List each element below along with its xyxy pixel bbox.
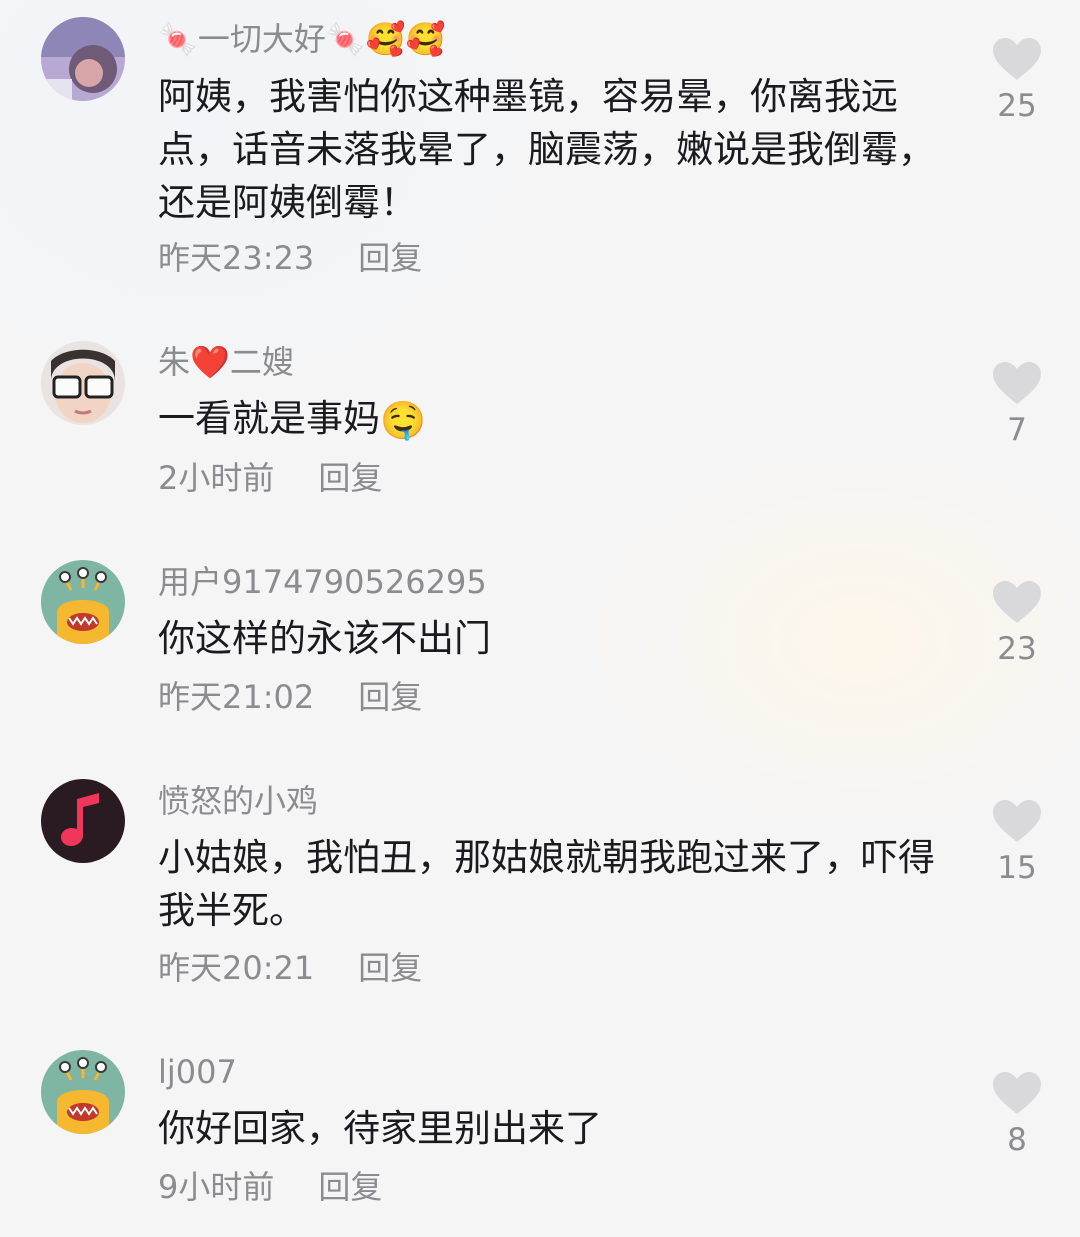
like-control[interactable]: 23: [985, 580, 1049, 669]
like-count: 7: [1007, 412, 1027, 448]
username-text: 用户9174790526295: [158, 563, 487, 601]
comment-meta: 昨天21:02 回复: [158, 677, 422, 717]
heart-emoji: ❤️: [190, 343, 230, 381]
timestamp: 昨天21:02: [158, 678, 315, 716]
avatar[interactable]: [41, 560, 125, 644]
like-control[interactable]: 8: [985, 1071, 1049, 1160]
timestamp: 2小时前: [158, 459, 275, 497]
comment-meta: 2小时前 回复: [158, 458, 382, 498]
like-count: 23: [997, 631, 1037, 667]
avatar[interactable]: [41, 1050, 125, 1134]
heart-icon[interactable]: [992, 361, 1042, 405]
like-count: 8: [1007, 1122, 1027, 1158]
username[interactable]: lj007: [158, 1052, 237, 1092]
like-count: 15: [997, 850, 1037, 886]
reply-button[interactable]: 回复: [358, 949, 422, 987]
username[interactable]: 朱 ❤️ 二嫂: [158, 342, 294, 382]
reply-button[interactable]: 回复: [318, 459, 382, 497]
comment-text-content: 一看就是事妈: [158, 397, 380, 440]
username-text: 二嫂: [229, 343, 294, 381]
avatar[interactable]: [41, 779, 125, 863]
comment-text: 一看就是事妈🤤: [158, 392, 958, 447]
timestamp: 昨天20:21: [158, 949, 315, 987]
timestamp: 9小时前: [158, 1168, 275, 1206]
drooling-emoji: 🤤: [380, 399, 427, 442]
reply-button[interactable]: 回复: [358, 678, 422, 716]
comment-text: 你好回家，待家里别出来了: [158, 1107, 602, 1150]
username-prefix: 朱: [158, 343, 191, 381]
username[interactable]: 用户9174790526295: [158, 562, 487, 602]
comment-text: 小姑娘，我怕丑，那姑娘就朝我跑过来了，吓得我半死。: [158, 836, 935, 932]
comment-text: 你这样的永该不出门: [158, 617, 491, 660]
username[interactable]: 愤怒的小鸡: [158, 781, 318, 821]
comment-meta: 昨天20:21 回复: [158, 948, 422, 988]
heart-icon[interactable]: [992, 1071, 1042, 1115]
username-text: lj007: [158, 1053, 237, 1091]
like-control[interactable]: 7: [985, 361, 1049, 450]
heart-icon[interactable]: [992, 799, 1042, 843]
username-text: 愤怒的小鸡: [158, 782, 319, 820]
like-control[interactable]: 15: [985, 799, 1049, 888]
avatar[interactable]: [41, 341, 125, 425]
reply-button[interactable]: 回复: [318, 1168, 382, 1206]
comment-meta: 9小时前 回复: [158, 1167, 382, 1207]
comment-item: lj007 你好回家，待家里别出来了 9小时前 回复 8: [0, 0, 1080, 1206]
heart-icon[interactable]: [992, 580, 1042, 624]
